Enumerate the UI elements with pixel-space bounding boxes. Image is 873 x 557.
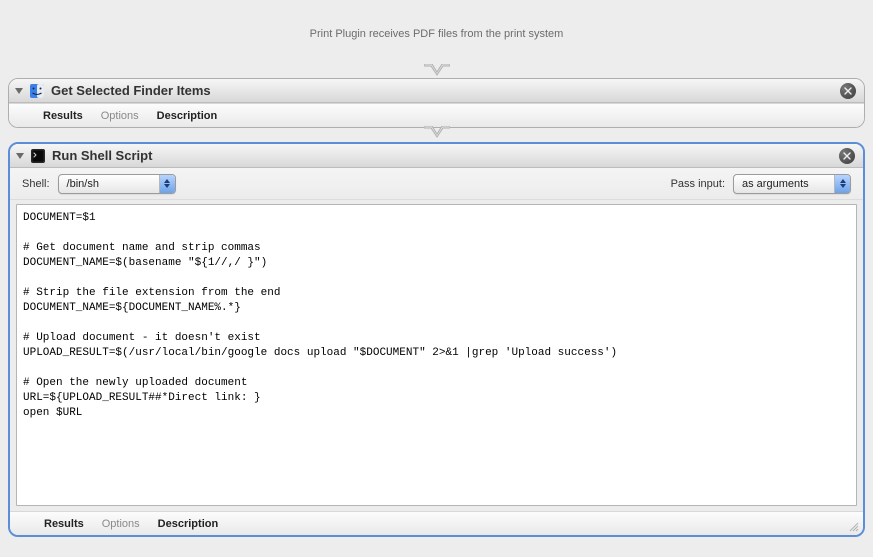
- action-footer-tabs: Results Options Description: [9, 103, 864, 127]
- tab-results[interactable]: Results: [44, 518, 84, 530]
- select-arrows-icon: [159, 175, 175, 193]
- shell-config-row: Shell: /bin/sh Pass input: as arguments: [10, 168, 863, 200]
- action-get-selected-finder-items: Get Selected Finder Items Results Option…: [8, 78, 865, 128]
- tab-description[interactable]: Description: [158, 518, 219, 530]
- close-icon[interactable]: [839, 148, 855, 164]
- action-title: Run Shell Script: [52, 148, 839, 163]
- pass-input-select[interactable]: as arguments: [733, 174, 851, 194]
- action-title: Get Selected Finder Items: [51, 83, 840, 98]
- close-icon[interactable]: [840, 83, 856, 99]
- tab-options[interactable]: Options: [102, 518, 140, 530]
- resize-grip-icon[interactable]: [847, 520, 859, 532]
- shell-script-textarea[interactable]: [16, 204, 857, 506]
- workflow-input-description: Print Plugin receives PDF files from the…: [0, 0, 873, 66]
- pass-input-label: Pass input:: [671, 178, 725, 190]
- action-header[interactable]: Get Selected Finder Items: [9, 79, 864, 103]
- action-run-shell-script: Run Shell Script Shell: /bin/sh Pass inp…: [8, 142, 865, 537]
- shell-select[interactable]: /bin/sh: [58, 174, 176, 194]
- connector-top: [0, 66, 873, 78]
- finder-icon: [29, 83, 45, 99]
- tab-results[interactable]: Results: [43, 110, 83, 122]
- disclosure-triangle-icon[interactable]: [16, 153, 24, 159]
- shell-label: Shell:: [22, 178, 50, 190]
- shell-select-value: /bin/sh: [67, 178, 159, 190]
- pass-input-value: as arguments: [742, 178, 834, 190]
- connector-middle: [0, 128, 873, 142]
- disclosure-triangle-icon[interactable]: [15, 88, 23, 94]
- tab-description[interactable]: Description: [157, 110, 218, 122]
- select-arrows-icon: [834, 175, 850, 193]
- terminal-icon: [30, 148, 46, 164]
- action-header[interactable]: Run Shell Script: [10, 144, 863, 168]
- tab-options[interactable]: Options: [101, 110, 139, 122]
- action-footer-tabs: Results Options Description: [10, 511, 863, 535]
- script-wrap: [10, 200, 863, 511]
